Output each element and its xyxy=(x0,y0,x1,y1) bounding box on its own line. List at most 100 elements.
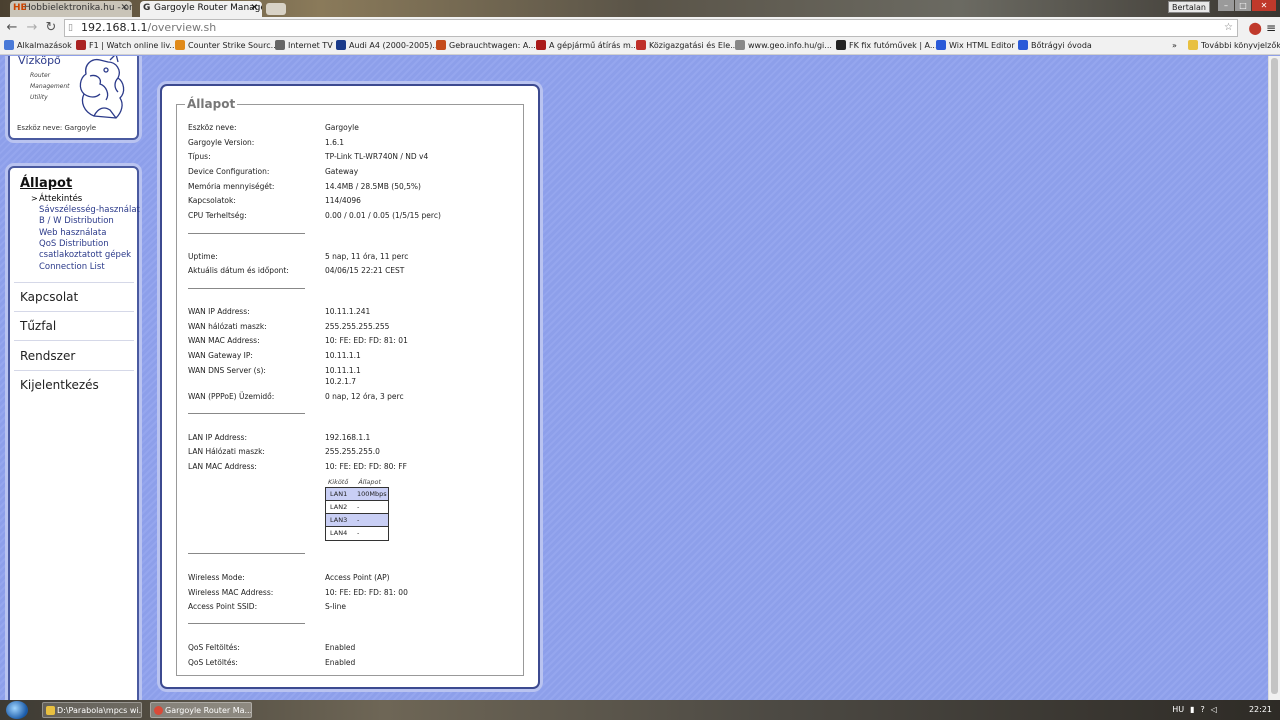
bookmark-icon xyxy=(536,40,546,50)
volume-icon[interactable]: ◁ xyxy=(1211,700,1217,720)
section-divider xyxy=(188,413,305,414)
row-value: 255.255.255.0 xyxy=(325,447,380,456)
page-scrollbar[interactable] xyxy=(1268,56,1280,700)
submenu-item-connection-list[interactable]: Connection List xyxy=(39,262,105,272)
bookmark-item[interactable]: Közigazgatási és Ele... xyxy=(636,39,738,53)
row-value: 0 nap, 12 óra, 3 perc xyxy=(325,392,404,401)
close-tab-icon[interactable]: ✕ xyxy=(250,1,258,16)
submenu-item-connected-hosts[interactable]: csatlakoztatott gépek xyxy=(39,250,131,260)
bookmark-item[interactable]: A gépjármű átírás m... xyxy=(536,39,638,53)
row-label: Device Configuration: xyxy=(188,167,270,176)
url-path: /overview.sh xyxy=(147,21,217,34)
url-host: 192.168.1.1 xyxy=(81,21,148,34)
lan-ports-table: LAN1 100Mbps LAN2- LAN3- LAN4- xyxy=(325,487,389,541)
row-value: 10: FE: ED: FD: 81: 01 xyxy=(325,336,408,345)
section-divider xyxy=(188,553,305,554)
sidebar-item-kapcsolat[interactable]: Kapcsolat xyxy=(20,290,78,304)
tab-label: Gargoyle Router Managem xyxy=(154,3,262,13)
row-value: S-line xyxy=(325,602,347,611)
logo-subtitle: Management xyxy=(30,83,70,90)
row-label: LAN MAC Address: xyxy=(188,462,257,471)
device-name-label: Eszköz neve: Gargoyle xyxy=(17,124,97,132)
bookmark-star-icon[interactable]: ☆ xyxy=(1224,20,1233,36)
logo-subtitle: Utility xyxy=(30,94,48,101)
submenu-item-bandwidth[interactable]: Sávszélesség-használat xyxy=(39,205,140,215)
tab-hobbielektronika[interactable]: HE Hobbielektronika.hu - onl ✕ xyxy=(10,1,132,17)
close-window-icon[interactable]: ✕ xyxy=(1252,0,1276,11)
menu-icon[interactable]: ≡ xyxy=(1266,20,1276,36)
address-bar[interactable]: ▯ 192.168.1.1/overview.sh ☆ xyxy=(64,19,1238,37)
browser-toolbar: ← → ↻ ▯ 192.168.1.1/overview.sh ☆ ⬤ ≡ xyxy=(0,17,1280,39)
row-value: 10: FE: ED: FD: 80: FF xyxy=(325,462,407,471)
submenu-item-overview[interactable]: > Áttekintés xyxy=(31,194,82,204)
row-label: WAN Gateway IP: xyxy=(188,351,253,360)
help-icon[interactable]: ? xyxy=(1201,700,1205,720)
logo-subtitle: Router xyxy=(30,72,51,79)
row-label: WAN DNS Server (s): xyxy=(188,366,266,375)
adblock-icon[interactable]: ⬤ xyxy=(1249,20,1262,36)
bookmarks-bar: Alkalmazások F1 | Watch online liv... Co… xyxy=(0,39,1280,55)
row-label: WAN hálózati maszk: xyxy=(188,322,267,331)
lan-state-column-header: Állapot xyxy=(358,478,382,486)
close-tab-icon[interactable]: ✕ xyxy=(120,1,128,16)
bookmark-item[interactable]: Alkalmazások xyxy=(4,39,72,53)
tab-gargoyle[interactable]: G Gargoyle Router Managem ✕ xyxy=(140,1,262,17)
row-label: QoS Feltöltés: xyxy=(188,643,240,652)
row-value: 10.11.1.1 xyxy=(325,351,361,360)
submenu-item-web-usage[interactable]: Web használata xyxy=(39,228,106,238)
bookmark-item[interactable]: FK fix futóművek | A... xyxy=(836,39,938,53)
bookmark-item[interactable]: Gebrauchtwagen: A... xyxy=(436,39,536,53)
sidebar-item-kijelentkezes[interactable]: Kijelentkezés xyxy=(20,378,99,392)
other-bookmarks-folder[interactable]: További könyvjelzők xyxy=(1188,39,1280,53)
bookmark-item[interactable]: Audi A4 (2000-2005)... xyxy=(336,39,440,53)
language-indicator[interactable]: HU xyxy=(1172,700,1184,720)
minimize-icon[interactable]: – xyxy=(1218,0,1234,11)
maximize-icon[interactable]: □ xyxy=(1235,0,1251,11)
row-label: Típus: xyxy=(188,152,211,161)
submenu-item-bw-distribution[interactable]: B / W Distribution xyxy=(39,216,114,226)
submenu-item-qos-distribution[interactable]: QoS Distribution xyxy=(39,239,109,249)
row-value: TP-Link TL-WR740N / ND v4 xyxy=(325,152,429,161)
section-divider xyxy=(188,233,305,234)
row-value: 10: FE: ED: FD: 81: 00 xyxy=(325,588,408,597)
taskbar-item-gargoyle[interactable]: Gargoyle Router Ma... xyxy=(150,702,252,718)
folder-icon xyxy=(1188,40,1198,50)
bookmark-item[interactable]: F1 | Watch online liv... xyxy=(76,39,177,53)
system-tray: HU ▮ ? ◁ 22:21 xyxy=(1172,700,1272,720)
back-arrow-icon[interactable]: ← xyxy=(4,20,20,36)
bookmark-icon xyxy=(1018,40,1028,50)
sidebar-item-allapot[interactable]: Állapot xyxy=(20,176,72,191)
extension-icons: ⬤ ≡ xyxy=(1249,20,1277,36)
sidebar-item-rendszer[interactable]: Rendszer xyxy=(20,349,75,363)
tray-spacer xyxy=(1223,700,1243,720)
profile-button[interactable]: Bertalan xyxy=(1168,1,1210,13)
row-value: Gargoyle xyxy=(325,123,359,132)
row-value: Enabled xyxy=(325,658,356,667)
chrome-icon xyxy=(154,706,163,715)
menu-divider xyxy=(14,311,134,312)
table-row: LAN2- xyxy=(326,501,388,514)
bookmark-icon xyxy=(336,40,346,50)
start-button-icon[interactable] xyxy=(6,701,28,719)
row-value: 14.4MB / 28.5MB (50,5%) xyxy=(325,182,421,191)
bookmark-item[interactable]: Internet TV xyxy=(275,39,333,53)
reload-icon[interactable]: ↻ xyxy=(43,20,59,36)
scrollbar-thumb[interactable] xyxy=(1271,58,1278,694)
bookmark-item[interactable]: Counter Strike Sourc... xyxy=(175,39,278,53)
taskbar-item-mpcs[interactable]: D:\Parabola\mpcs wi... xyxy=(42,702,142,718)
lan-ports-header: Kikötő Állapot xyxy=(328,478,391,486)
bookmark-icon xyxy=(76,40,86,50)
sidebar-item-tuzfal[interactable]: Tűzfal xyxy=(20,319,56,333)
bookmark-item[interactable]: Wix HTML Editor xyxy=(936,39,1015,53)
forward-arrow-icon[interactable]: → xyxy=(24,20,40,36)
sidebar-menu: Állapot > Áttekintés Sávszélesség-használ… xyxy=(8,166,140,700)
bookmarks-overflow-button[interactable]: » xyxy=(1172,39,1177,53)
logo-panel: Vízköpő Router Management Utility Eszköz… xyxy=(8,56,139,140)
row-value: Access Point (AP) xyxy=(325,573,390,582)
network-icon[interactable]: ▮ xyxy=(1190,700,1194,720)
bookmark-item[interactable]: www.geo.info.hu/gi... xyxy=(735,39,832,53)
bookmark-icon xyxy=(636,40,646,50)
new-tab-button[interactable] xyxy=(266,3,286,15)
bookmark-item[interactable]: Bőtrágyi óvoda xyxy=(1018,39,1092,53)
clock[interactable]: 22:21 xyxy=(1249,700,1272,720)
